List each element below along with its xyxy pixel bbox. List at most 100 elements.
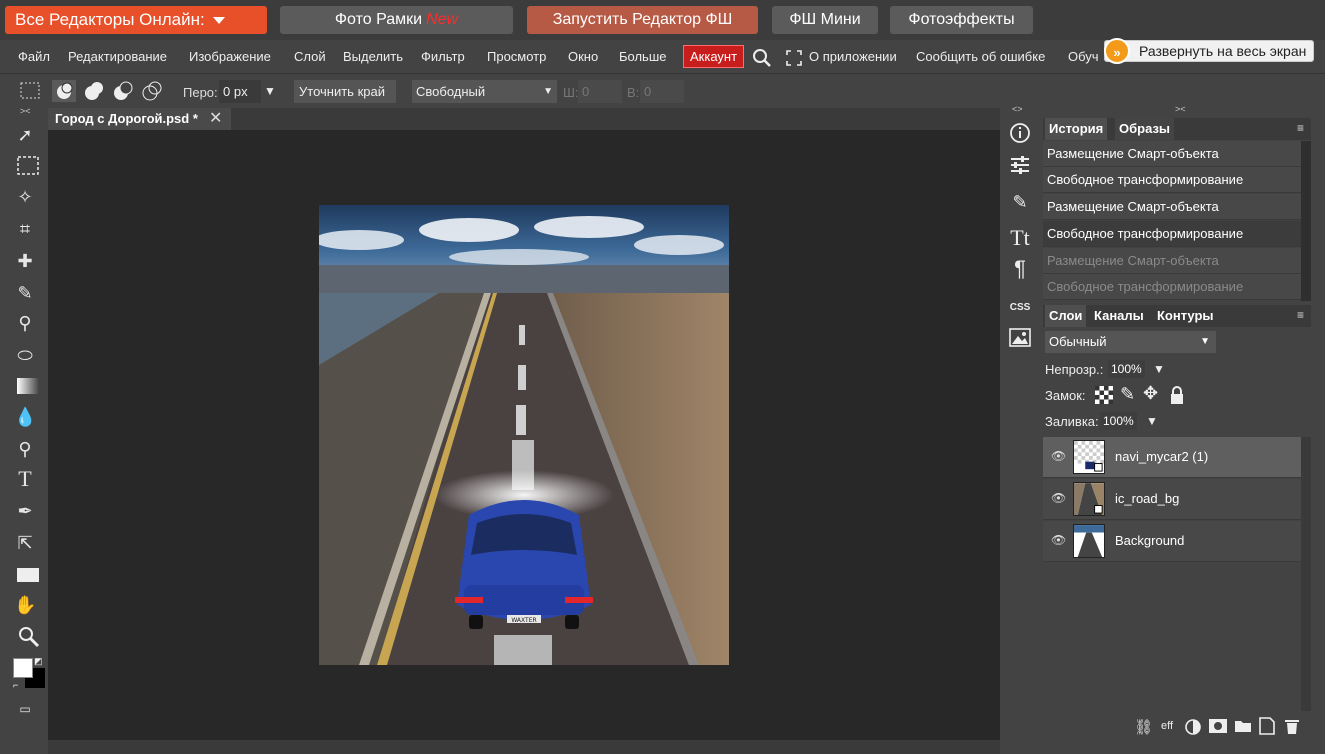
brush-settings-icon[interactable]: ✎ <box>1008 190 1032 214</box>
account-button[interactable]: Аккаунт <box>683 45 745 68</box>
feather-dropdown-icon[interactable]: ▼ <box>264 84 276 98</box>
menu-select[interactable]: Выделить <box>343 49 403 64</box>
layer-row[interactable]: 👁 ic_road_bg <box>1043 479 1301 520</box>
layer-row[interactable]: 👁 Background <box>1043 521 1301 562</box>
lock-pixels-icon[interactable]: ✎ <box>1120 384 1135 405</box>
magic-wand-tool-icon[interactable]: ✧ <box>14 186 36 208</box>
menu-layer[interactable]: Слой <box>294 49 326 64</box>
crop-tool-icon[interactable]: ⌗ <box>14 218 36 240</box>
tab-layers[interactable]: Слои <box>1045 305 1087 327</box>
dodge-tool-icon[interactable]: ⚲ <box>14 438 36 460</box>
menu-about[interactable]: О приложении <box>809 49 897 64</box>
menu-view[interactable]: Просмотр <box>487 49 546 64</box>
eye-icon[interactable]: 👁 <box>1051 533 1066 547</box>
swap-colors-icon[interactable]: ◩ <box>34 656 43 667</box>
blend-mode-select[interactable]: Обычный ▼ <box>1045 331 1216 353</box>
expand-fullscreen-tooltip[interactable]: Развернуть на весь экран <box>1104 40 1314 62</box>
opacity-input[interactable]: 100% <box>1108 360 1145 378</box>
healing-tool-icon[interactable]: ✚ <box>14 250 36 272</box>
panel-menu-icon[interactable]: ≡ <box>1297 308 1304 322</box>
image-icon[interactable] <box>1009 328 1031 348</box>
pen-tool-icon[interactable]: ✒ <box>14 500 36 522</box>
history-item[interactable]: Размещение Смарт-объекта <box>1043 141 1301 167</box>
history-item-current[interactable]: Свободное трансформирование <box>1043 221 1301 247</box>
fs-mini-button[interactable]: ФШ Мини <box>772 6 878 34</box>
new-group-icon[interactable] <box>1234 718 1252 733</box>
type-tool-icon[interactable]: T <box>14 468 36 490</box>
hand-tool-icon[interactable]: ✋ <box>14 594 36 616</box>
menu-learn[interactable]: Обуч <box>1068 49 1099 64</box>
lock-position-icon[interactable]: ✥ <box>1143 383 1158 404</box>
adjustments-icon[interactable] <box>1009 154 1031 176</box>
shape-tool-icon[interactable] <box>17 568 39 582</box>
history-scrollbar[interactable] <box>1301 141 1311 301</box>
zoom-tool-icon[interactable] <box>18 626 40 648</box>
close-icon[interactable]: ✕ <box>209 108 222 130</box>
paragraph-icon[interactable]: ¶ <box>1008 257 1032 281</box>
menu-file[interactable]: Файл <box>18 49 50 64</box>
height-input[interactable]: 0 <box>640 80 684 103</box>
blur-tool-icon[interactable]: 💧 <box>14 406 36 428</box>
document-canvas[interactable]: WAXTER <box>319 205 729 665</box>
menu-report-bug[interactable]: Сообщить об ошибке <box>916 49 1045 64</box>
width-input[interactable]: 0 <box>578 80 622 103</box>
reset-colors-icon[interactable]: ⌐ <box>13 680 18 690</box>
fill-dropdown-icon[interactable]: ▼ <box>1146 414 1158 428</box>
selection-add-icon[interactable] <box>83 80 105 102</box>
tab-channels[interactable]: Каналы <box>1090 305 1148 327</box>
panel-menu-icon[interactable]: ≡ <box>1297 121 1304 135</box>
collapse-tools-icon[interactable]: >< <box>20 106 31 116</box>
eye-icon[interactable]: 👁 <box>1051 491 1066 505</box>
menu-window[interactable]: Окно <box>568 49 598 64</box>
move-tool-icon[interactable]: ➚ <box>14 124 36 146</box>
tab-samples[interactable]: Образы <box>1115 118 1175 140</box>
history-item[interactable]: Свободное трансформирование <box>1043 167 1301 193</box>
lock-transparency-icon[interactable] <box>1095 386 1113 404</box>
history-item[interactable]: Размещение Смарт-объекта <box>1043 194 1301 220</box>
stamp-tool-icon[interactable]: ⚲ <box>14 312 36 334</box>
fast-forward-icon[interactable]: » <box>1104 38 1130 64</box>
all-editors-button[interactable]: Все Редакторы Онлайн: <box>5 6 267 34</box>
adjustment-layer-icon[interactable] <box>1184 718 1202 736</box>
tab-history[interactable]: История <box>1045 118 1108 140</box>
expand-panels-icon[interactable]: <> <box>1012 104 1023 114</box>
marquee-mode-icon[interactable] <box>20 82 40 100</box>
new-layer-icon[interactable] <box>1259 717 1275 735</box>
history-item[interactable]: Свободное трансформирование <box>1043 274 1301 300</box>
selection-subtract-icon[interactable] <box>112 80 134 102</box>
tab-paths[interactable]: Контуры <box>1153 305 1218 327</box>
menu-filter[interactable]: Фильтр <box>421 49 465 64</box>
selection-intersect-icon[interactable] <box>141 80 163 102</box>
history-item[interactable]: Размещение Смарт-объекта <box>1043 248 1301 274</box>
document-tab[interactable]: Город с Дорогой.psd * <box>48 108 231 130</box>
run-editor-button[interactable]: Запустить Редактор ФШ <box>527 6 758 34</box>
layer-row[interactable]: 👁 navi_mycar2 (1) <box>1043 437 1301 478</box>
fullscreen-icon[interactable] <box>786 50 802 66</box>
gradient-tool-icon[interactable] <box>17 378 39 394</box>
quick-mask-icon[interactable]: ▭ <box>14 698 36 720</box>
photo-effects-button[interactable]: Фотоэффекты <box>890 6 1033 34</box>
path-select-tool-icon[interactable]: ⇱ <box>14 532 36 554</box>
brush-tool-icon[interactable]: ✎ <box>14 282 36 304</box>
collapse-panels-icon[interactable]: >< <box>1175 104 1186 114</box>
lock-all-icon[interactable] <box>1169 385 1185 405</box>
foreground-color-swatch[interactable] <box>13 658 33 678</box>
feather-input[interactable]: 0 px <box>219 80 261 103</box>
link-layers-icon[interactable]: ⛓ <box>1134 718 1153 736</box>
refine-edge-button[interactable]: Уточнить край <box>294 80 396 103</box>
selection-mode-select[interactable]: Свободный ▼ <box>412 80 557 103</box>
photo-frames-button[interactable]: Фото Рамки New <box>280 6 513 34</box>
character-icon[interactable]: Tt <box>1008 226 1032 250</box>
css-icon[interactable]: CSS <box>1008 296 1032 320</box>
info-icon[interactable] <box>1009 122 1031 144</box>
opacity-dropdown-icon[interactable]: ▼ <box>1153 362 1165 376</box>
menu-image[interactable]: Изображение <box>189 49 271 64</box>
fill-input[interactable]: 100% <box>1100 412 1137 430</box>
layer-mask-icon[interactable] <box>1209 719 1227 733</box>
menu-edit[interactable]: Редактирование <box>68 49 167 64</box>
search-icon[interactable] <box>752 48 772 68</box>
menu-more[interactable]: Больше <box>619 49 667 64</box>
eraser-tool-icon[interactable]: ⬭ <box>14 344 36 366</box>
eye-icon[interactable]: 👁 <box>1051 449 1066 463</box>
selection-new-icon[interactable] <box>52 80 76 102</box>
